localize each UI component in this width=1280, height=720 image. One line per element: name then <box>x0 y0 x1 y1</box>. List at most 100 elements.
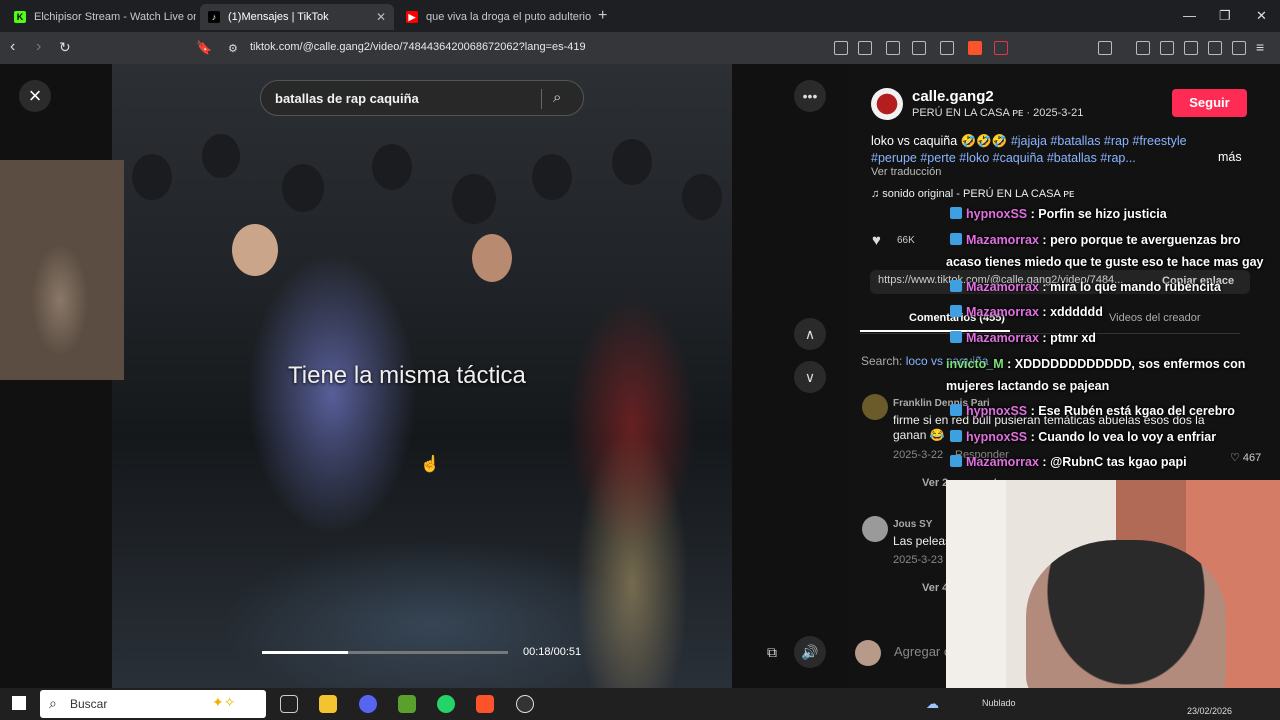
video-caption: Tiene la misma táctica <box>288 362 526 389</box>
wallet-icon[interactable] <box>1184 41 1198 55</box>
like-count: 66K <box>897 235 915 246</box>
chat-nick: Mazamorrax <box>966 280 1039 294</box>
password-icon[interactable] <box>912 41 926 55</box>
brave-shields-icon[interactable] <box>968 41 982 55</box>
search-icon[interactable]: ⌕ <box>553 89 561 106</box>
tab-youtube[interactable]: ▶ que viva la droga el puto adulterio fe <box>398 4 592 30</box>
minecraft-icon[interactable] <box>398 695 416 713</box>
tab-tiktok-messages[interactable]: ♪ (1)Mensajes | TikTok ✕ <box>200 4 394 30</box>
cast-icon[interactable] <box>886 41 900 55</box>
address-bar[interactable]: tiktok.com/@calle.gang2/video/7484436420… <box>250 41 586 53</box>
chat-badge-icon <box>950 280 962 292</box>
streamer-head <box>1026 540 1226 688</box>
chat-nick: Mazamorrax <box>966 455 1039 469</box>
split-view-icon[interactable] <box>1160 41 1174 55</box>
chat-text: xdddddd <box>1050 305 1103 319</box>
chat-nick: Mazamorrax <box>966 331 1039 345</box>
tab-creator-videos[interactable]: Videos del creador <box>1109 312 1201 324</box>
previous-video-button[interactable]: ∧ <box>794 318 826 350</box>
chat-nick: invicto_M <box>946 357 1004 371</box>
task-view-icon[interactable] <box>280 695 298 713</box>
like-icon[interactable]: ♥ <box>872 232 881 249</box>
chat-message: Mazamorrax : mira lo que mando rubencita <box>946 276 1221 298</box>
brave-rewards-icon[interactable] <box>994 41 1008 55</box>
close-window-icon[interactable]: ✕ <box>1256 8 1267 24</box>
new-tab-button[interactable]: + <box>598 7 607 25</box>
creator-username[interactable]: calle.gang2 <box>912 88 994 105</box>
chat-text: ptmr xd <box>1050 331 1096 345</box>
video-progress-fill <box>262 651 349 654</box>
chat-message: Mazamorrax : ptmr xd <box>946 327 1096 349</box>
sidebar-icon[interactable] <box>1098 41 1112 55</box>
chat-message: Mazamorrax : pero porque te averguenzas … <box>946 233 1264 269</box>
more-options-button[interactable]: ••• <box>794 80 826 112</box>
sound-link[interactable]: ♫ sonido original - PERÚ EN LA CASA ᴘᴇ <box>871 188 1074 200</box>
site-info-icon[interactable]: ⚙ <box>228 42 238 55</box>
windows-taskbar: ⌕ Buscar ✦✧ ☁ Nublado <box>0 688 1280 720</box>
taskbar-date: 23/02/2026 <box>1187 706 1233 716</box>
translate-link[interactable]: Ver traducción <box>871 166 941 178</box>
next-video-button[interactable]: ∨ <box>794 361 826 393</box>
floating-player-icon[interactable]: ⧉ <box>756 636 788 668</box>
weather-icon: ☁ <box>926 696 939 711</box>
chat-nick: Mazamorrax <box>966 233 1039 247</box>
bookmark-icon[interactable]: 🔖 <box>196 40 212 56</box>
comment-avatar[interactable] <box>862 516 888 542</box>
chat-badge-icon <box>950 331 962 343</box>
whatsapp-icon[interactable] <box>437 695 455 713</box>
volume-icon[interactable]: 🔊 <box>794 636 826 668</box>
close-tab-icon[interactable]: ✕ <box>376 10 386 24</box>
obs-icon[interactable] <box>516 695 534 713</box>
chat-badge-icon <box>950 455 962 467</box>
description-text: loko vs caquiña 🤣🤣🤣 <box>871 134 1011 148</box>
tab-kick-stream[interactable]: K Elchipisor Stream - Watch Live on Kick <box>6 4 196 30</box>
chat-badge-icon <box>950 404 962 416</box>
chat-text: Cuando lo vea lo voy a enfriar <box>1038 430 1217 444</box>
comment-avatar[interactable] <box>862 394 888 420</box>
media-icon[interactable] <box>1136 41 1150 55</box>
vpn-icon[interactable] <box>1232 41 1246 55</box>
maximize-icon[interactable]: ❐ <box>1219 8 1231 24</box>
my-avatar <box>855 640 881 666</box>
discord-icon[interactable] <box>359 695 377 713</box>
translate-icon[interactable] <box>834 41 848 55</box>
chat-text: Porfin se hizo justicia <box>1038 207 1167 221</box>
comment-text: Las peleas <box>893 534 952 548</box>
chat-nick: Mazamorrax <box>966 305 1039 319</box>
more-link[interactable]: más <box>1218 150 1242 164</box>
taskbar-search-input[interactable]: Buscar <box>70 697 107 711</box>
chat-nick: hypnoxSS <box>966 207 1028 221</box>
language-icon[interactable] <box>858 41 872 55</box>
taskbar-search[interactable]: ⌕ Buscar ✦✧ <box>40 690 266 718</box>
extensions-icon[interactable] <box>1208 41 1222 55</box>
chat-message: invicto_M : XDDDDDDDDDDDD, sos enfermos … <box>946 357 1246 393</box>
video-search-bar[interactable]: batallas de rap caquiña ⌕ <box>260 80 584 116</box>
tiktok-icon: ♪ <box>208 11 220 23</box>
windows-start-icon[interactable] <box>12 696 26 710</box>
chat-text: Ese Rubén está kgao del cerebro <box>1038 404 1235 418</box>
chat-message: hypnoxSS : Porfin se hizo justicia <box>946 203 1167 225</box>
forward-icon[interactable]: › <box>36 38 41 56</box>
back-icon[interactable]: ‹ <box>10 38 15 56</box>
minimize-icon[interactable]: — <box>1183 8 1196 23</box>
share-icon[interactable] <box>940 41 954 55</box>
tab-title: (1)Mensajes | TikTok <box>228 11 329 23</box>
mouse-cursor-icon: ☝ <box>420 456 440 473</box>
chat-text: @RubnC tas kgao papi <box>1050 455 1187 469</box>
video-time: 00:18/00:51 <box>523 646 582 658</box>
brave-browser-icon[interactable] <box>476 695 494 713</box>
video-progress-bar[interactable] <box>262 651 508 654</box>
menu-icon[interactable]: ≡ <box>1256 39 1264 55</box>
kick-icon: K <box>14 11 26 23</box>
creator-avatar[interactable] <box>871 88 903 120</box>
search-input[interactable]: batallas de rap caquiña <box>275 91 419 106</box>
close-video-button[interactable]: × <box>19 80 51 112</box>
chat-badge-icon <box>950 207 962 219</box>
chat-nick: hypnoxSS <box>966 430 1028 444</box>
comment-author[interactable]: Jous SY <box>893 519 932 530</box>
search-prefix: Search: <box>861 354 906 368</box>
follow-button[interactable]: Seguir <box>1172 89 1247 117</box>
reload-icon[interactable]: ↻ <box>59 39 71 56</box>
file-explorer-icon[interactable] <box>319 695 337 713</box>
chat-message: Mazamorrax : @RubnC tas kgao papi <box>946 451 1187 473</box>
